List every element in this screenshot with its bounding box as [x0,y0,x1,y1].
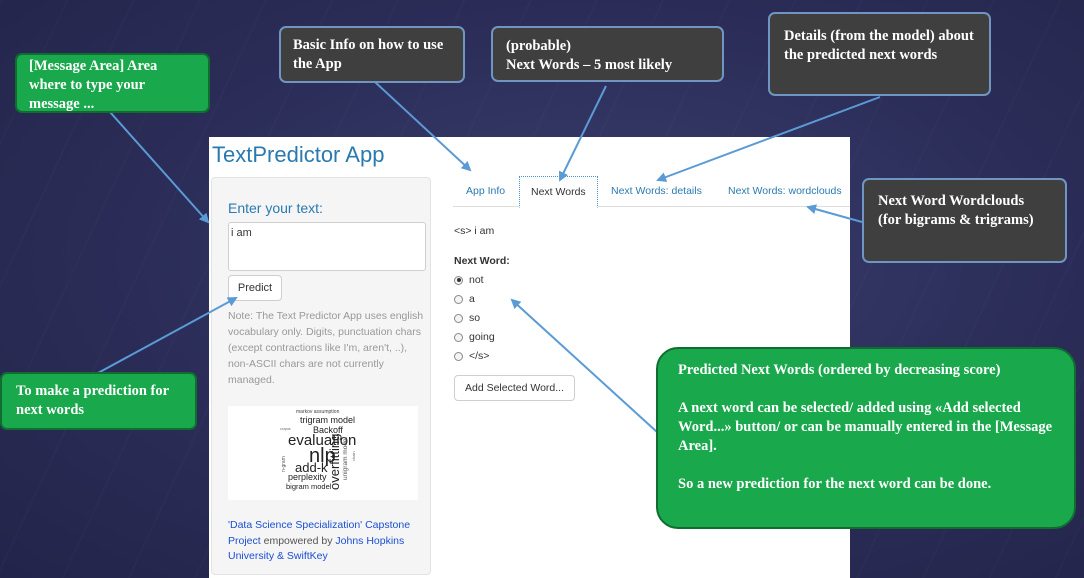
app-title: TextPredictor App [212,142,385,167]
wordcloud-image: markov assumption trigram model Backoff … [228,406,418,500]
callout-message-area: [Message Area] Area where to type your m… [15,53,210,113]
radio-button[interactable] [454,351,463,361]
enter-text-label: Enter your text: [228,200,323,216]
credit-connector: empowered by [260,534,336,547]
radio-label: not [469,274,484,286]
tab-next-words[interactable]: Next Words [519,176,598,208]
sentence-display: <s> i am [454,225,495,237]
callout-predicted-words: Predicted Next Words (ordered by decreas… [656,347,1076,529]
radio-option[interactable]: </s> [454,349,489,363]
radio-label: a [469,293,475,305]
callout-predicted-line2: A next word can be selected/ added using… [678,400,1053,454]
credit-text: 'Data Science Specialization' Capstone P… [228,518,426,565]
tab-next-words-wordclouds[interactable]: Next Words: wordclouds [728,176,842,207]
callout-basic-info: Basic Info on how to use the App [279,26,465,83]
radio-label: </s> [469,350,490,362]
radio-button[interactable] [454,294,463,304]
callout-wordclouds: Next Word Wordclouds (for bigrams & trig… [862,178,1067,263]
tab-bar: App Info Next Words Next Words: details … [453,176,850,208]
wordcloud-word: corpus [280,427,291,431]
callout-next-words: (probable) Next Words – 5 most likely [491,26,724,82]
add-selected-word-button[interactable]: Add Selected Word... [454,375,575,401]
note-text: Note: The Text Predictor App uses englis… [228,310,424,386]
radio-option[interactable]: going [454,330,495,344]
radio-button[interactable] [454,313,463,323]
radio-option[interactable]: so [454,311,480,325]
wordcloud-word: chain [351,451,356,461]
next-word-label: Next Word: [454,255,510,267]
radio-label: going [469,331,495,343]
wordcloud-word: overfitting [327,433,342,490]
message-input[interactable]: i am [228,222,426,271]
callout-details: Details (from the model) about the predi… [768,12,991,96]
predict-button[interactable]: Predict [228,275,282,301]
radio-label: so [469,312,481,324]
radio-button[interactable] [454,332,463,342]
wordcloud-word: bigram model [286,482,332,491]
wordcloud-word: trigram model [300,415,356,425]
arrow-message-area [109,111,210,224]
callout-predicted-line1: Predicted Next Words (ordered by decreas… [678,362,1001,378]
callout-prediction: To make a prediction for next words [0,372,197,430]
radio-button[interactable] [454,275,463,285]
radio-option[interactable]: not [454,273,484,287]
sidebar-panel: Enter your text: i am Predict Note: The … [211,177,431,575]
tab-next-words-details[interactable]: Next Words: details [611,176,702,207]
radio-option[interactable]: a [454,292,475,306]
wordcloud-word: perplexity [288,472,327,482]
callout-predicted-line3: So a new prediction for the next word ca… [678,476,992,492]
tab-app-info[interactable]: App Info [466,176,505,207]
wordcloud-word: n-gram [281,456,287,472]
wordcloud-word: unigram model [342,437,349,480]
